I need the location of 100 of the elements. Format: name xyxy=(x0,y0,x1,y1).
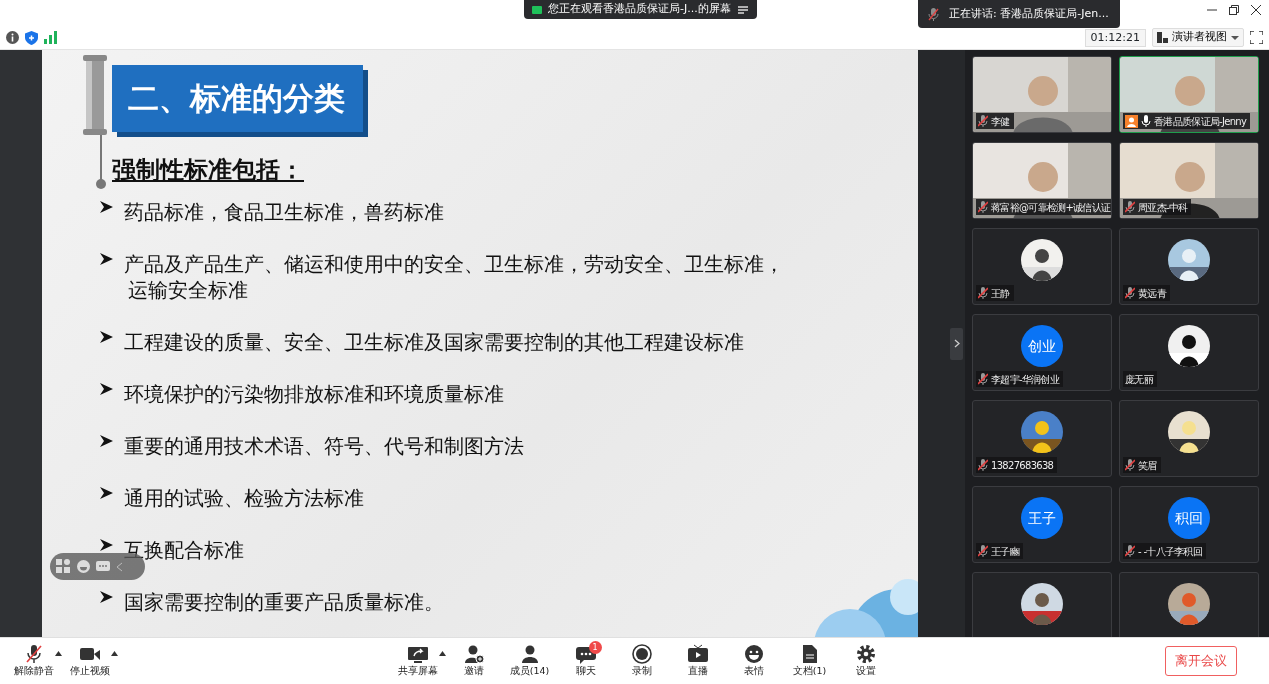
toolbar-label: 邀请 xyxy=(463,663,484,678)
bullet-text: 重要的通用技术术语、符号、代号和制图方法 xyxy=(124,434,524,460)
bullet-arrow-icon xyxy=(100,330,114,344)
participant-name: - -十八子李积回 xyxy=(1138,544,1203,559)
toolbar-label: 成员(14) xyxy=(509,663,550,678)
participant-name: 庞无丽 xyxy=(1125,372,1153,387)
toolbar-label: 聊天 xyxy=(575,663,596,678)
bullet-arrow-icon xyxy=(100,434,114,448)
participant-tile[interactable]: 李健 xyxy=(972,56,1112,133)
bullet-text: 互换配合标准 xyxy=(124,538,244,564)
participant-name: 李超宇-华润创业 xyxy=(991,372,1059,387)
participant-tile[interactable]: 13827683638 xyxy=(972,400,1112,477)
view-mode-dropdown[interactable]: 演讲者视图 xyxy=(1152,28,1244,47)
participant-name: 笑眉 xyxy=(1138,458,1157,473)
participant-tile[interactable] xyxy=(1119,572,1259,637)
toolbar-label: 直播 xyxy=(687,663,708,678)
toolbar-label: 录制 xyxy=(631,663,652,678)
chevron-icon xyxy=(953,339,960,348)
fullscreen-icon[interactable] xyxy=(1250,31,1263,44)
participant-tile[interactable]: 周亚杰-中科 xyxy=(1119,142,1259,219)
slide-subtitle: 强制性标准包括： xyxy=(112,153,305,186)
participant-name: 王子豳 xyxy=(991,544,1019,559)
participant-name: 王静 xyxy=(991,286,1010,301)
participant-tile[interactable]: 蒋富裕@可靠检测+诚信认证 xyxy=(972,142,1112,219)
avatar: 王子 xyxy=(1021,497,1063,539)
participant-name: 周亚杰-中科 xyxy=(1138,200,1188,215)
bullet-text: 产品及产品生产、储运和使用中的安全、卫生标准，劳动安全、卫生标准， 运输安全标准 xyxy=(124,252,784,304)
bullet-text: 通用的试验、检验方法标准 xyxy=(124,486,364,512)
toolbar-button[interactable]: 邀请 xyxy=(445,643,502,679)
bullet-text: 药品标准，食品卫生标准，兽药标准 xyxy=(124,200,444,226)
toolbar-button[interactable]: 文档(1) xyxy=(781,643,838,679)
toolbar-button[interactable]: 解除静音 xyxy=(6,643,62,679)
chat-icon[interactable] xyxy=(96,560,110,573)
toolbar-button[interactable]: 停止视频 xyxy=(62,643,118,679)
toolbar-label: 共享屏幕 xyxy=(397,663,438,678)
live-tv-icon xyxy=(686,643,709,664)
bullet-text: 环境保护的污染物排放标准和环境质量标准 xyxy=(124,382,504,408)
toolbar-button[interactable]: 设置 xyxy=(837,643,894,679)
apps-icon[interactable] xyxy=(56,559,71,574)
menu-icon[interactable] xyxy=(736,4,749,15)
muted-mic-icon xyxy=(23,643,45,664)
bullet-text: 工程建设的质量、安全、卫生标准及国家需要控制的其他工程建设标准 xyxy=(124,330,744,356)
participant-name: 李健 xyxy=(991,114,1010,129)
caret-icon[interactable] xyxy=(55,650,62,656)
toolbar-button[interactable]: 成员(14) xyxy=(501,643,558,679)
close-icon[interactable] xyxy=(1251,5,1261,15)
emoji-icon xyxy=(742,643,765,664)
bullet-arrow-icon xyxy=(100,486,114,500)
signal-icon[interactable] xyxy=(44,31,57,44)
muted-mic-icon xyxy=(928,7,939,21)
participant-name: 香港品质保证局-Jenny xyxy=(1154,114,1247,129)
info-icon[interactable] xyxy=(6,31,19,44)
participant-name: 黄远青 xyxy=(1138,286,1166,301)
screen-share-icon xyxy=(532,4,542,15)
toolbar-button[interactable]: 直播 xyxy=(669,643,726,679)
bullet-arrow-icon xyxy=(100,252,114,266)
bullet-arrow-icon xyxy=(100,590,114,604)
record-icon xyxy=(630,643,653,664)
caret-icon[interactable] xyxy=(438,650,446,656)
meeting-timer: 01:12:21 xyxy=(1084,28,1146,47)
participant-tile[interactable]: 王子 王子豳 xyxy=(972,486,1112,563)
toolbar-button[interactable]: 聊天 1 xyxy=(557,643,614,679)
toolbar-label: 停止视频 xyxy=(70,663,110,678)
participant-tile[interactable]: 积回 - -十八子李积回 xyxy=(1119,486,1259,563)
caret-icon[interactable] xyxy=(111,650,118,656)
bullet-arrow-icon xyxy=(100,382,114,396)
toolbar-button[interactable]: 录制 xyxy=(613,643,670,679)
bullet-text: 国家需要控制的重要产品质量标准。 xyxy=(124,590,444,616)
restore-icon[interactable] xyxy=(1229,5,1239,15)
participant-tile[interactable] xyxy=(972,572,1112,637)
share-notice-bar[interactable]: 您正在观看香港品质保证局-J...的屏幕 xyxy=(524,0,757,19)
layout-icon xyxy=(1157,32,1168,43)
bullet-arrow-icon xyxy=(100,538,114,552)
caret-icon xyxy=(1231,34,1239,41)
participant-tile[interactable]: 香港品质保证局-Jenny xyxy=(1119,56,1259,133)
participant-name: 13827683638 xyxy=(991,458,1054,473)
toolbar-label: 解除静音 xyxy=(14,663,54,678)
participant-tile[interactable]: 笑眉 xyxy=(1119,400,1259,477)
participant-tile[interactable]: 创业 李超宇-华润创业 xyxy=(972,314,1112,391)
toolbar-button[interactable]: 表情 xyxy=(725,643,782,679)
toolbar-button[interactable]: 共享屏幕 xyxy=(389,643,446,679)
speaking-text: 正在讲话: 香港品质保证局-Jen... xyxy=(949,5,1109,22)
participant-name: 蒋富裕@可靠检测+诚信认证 xyxy=(991,200,1111,215)
participant-tile[interactable]: 黄远青 xyxy=(1119,228,1259,305)
leave-meeting-button[interactable]: 离开会议 xyxy=(1165,646,1237,676)
avatar: 积回 xyxy=(1168,497,1210,539)
settings-icon xyxy=(854,643,877,664)
toolbar-label: 表情 xyxy=(743,663,764,678)
shield-icon[interactable] xyxy=(25,30,38,45)
bullet-arrow-icon xyxy=(100,200,114,214)
participant-tile[interactable]: 庞无丽 xyxy=(1119,314,1259,391)
panel-toggle-handle[interactable] xyxy=(950,327,963,360)
emoji-icon[interactable] xyxy=(77,560,90,573)
avatar: 创业 xyxy=(1021,325,1063,367)
unread-count: 1 xyxy=(588,640,602,654)
add-person-icon xyxy=(462,643,485,664)
toolbar-label: 设置 xyxy=(855,663,876,678)
toolbar-label: 文档(1) xyxy=(792,663,827,678)
participant-tile[interactable]: 王静 xyxy=(972,228,1112,305)
share-notice: 您正在观看香港品质保证局-J...的屏幕 xyxy=(548,1,731,18)
